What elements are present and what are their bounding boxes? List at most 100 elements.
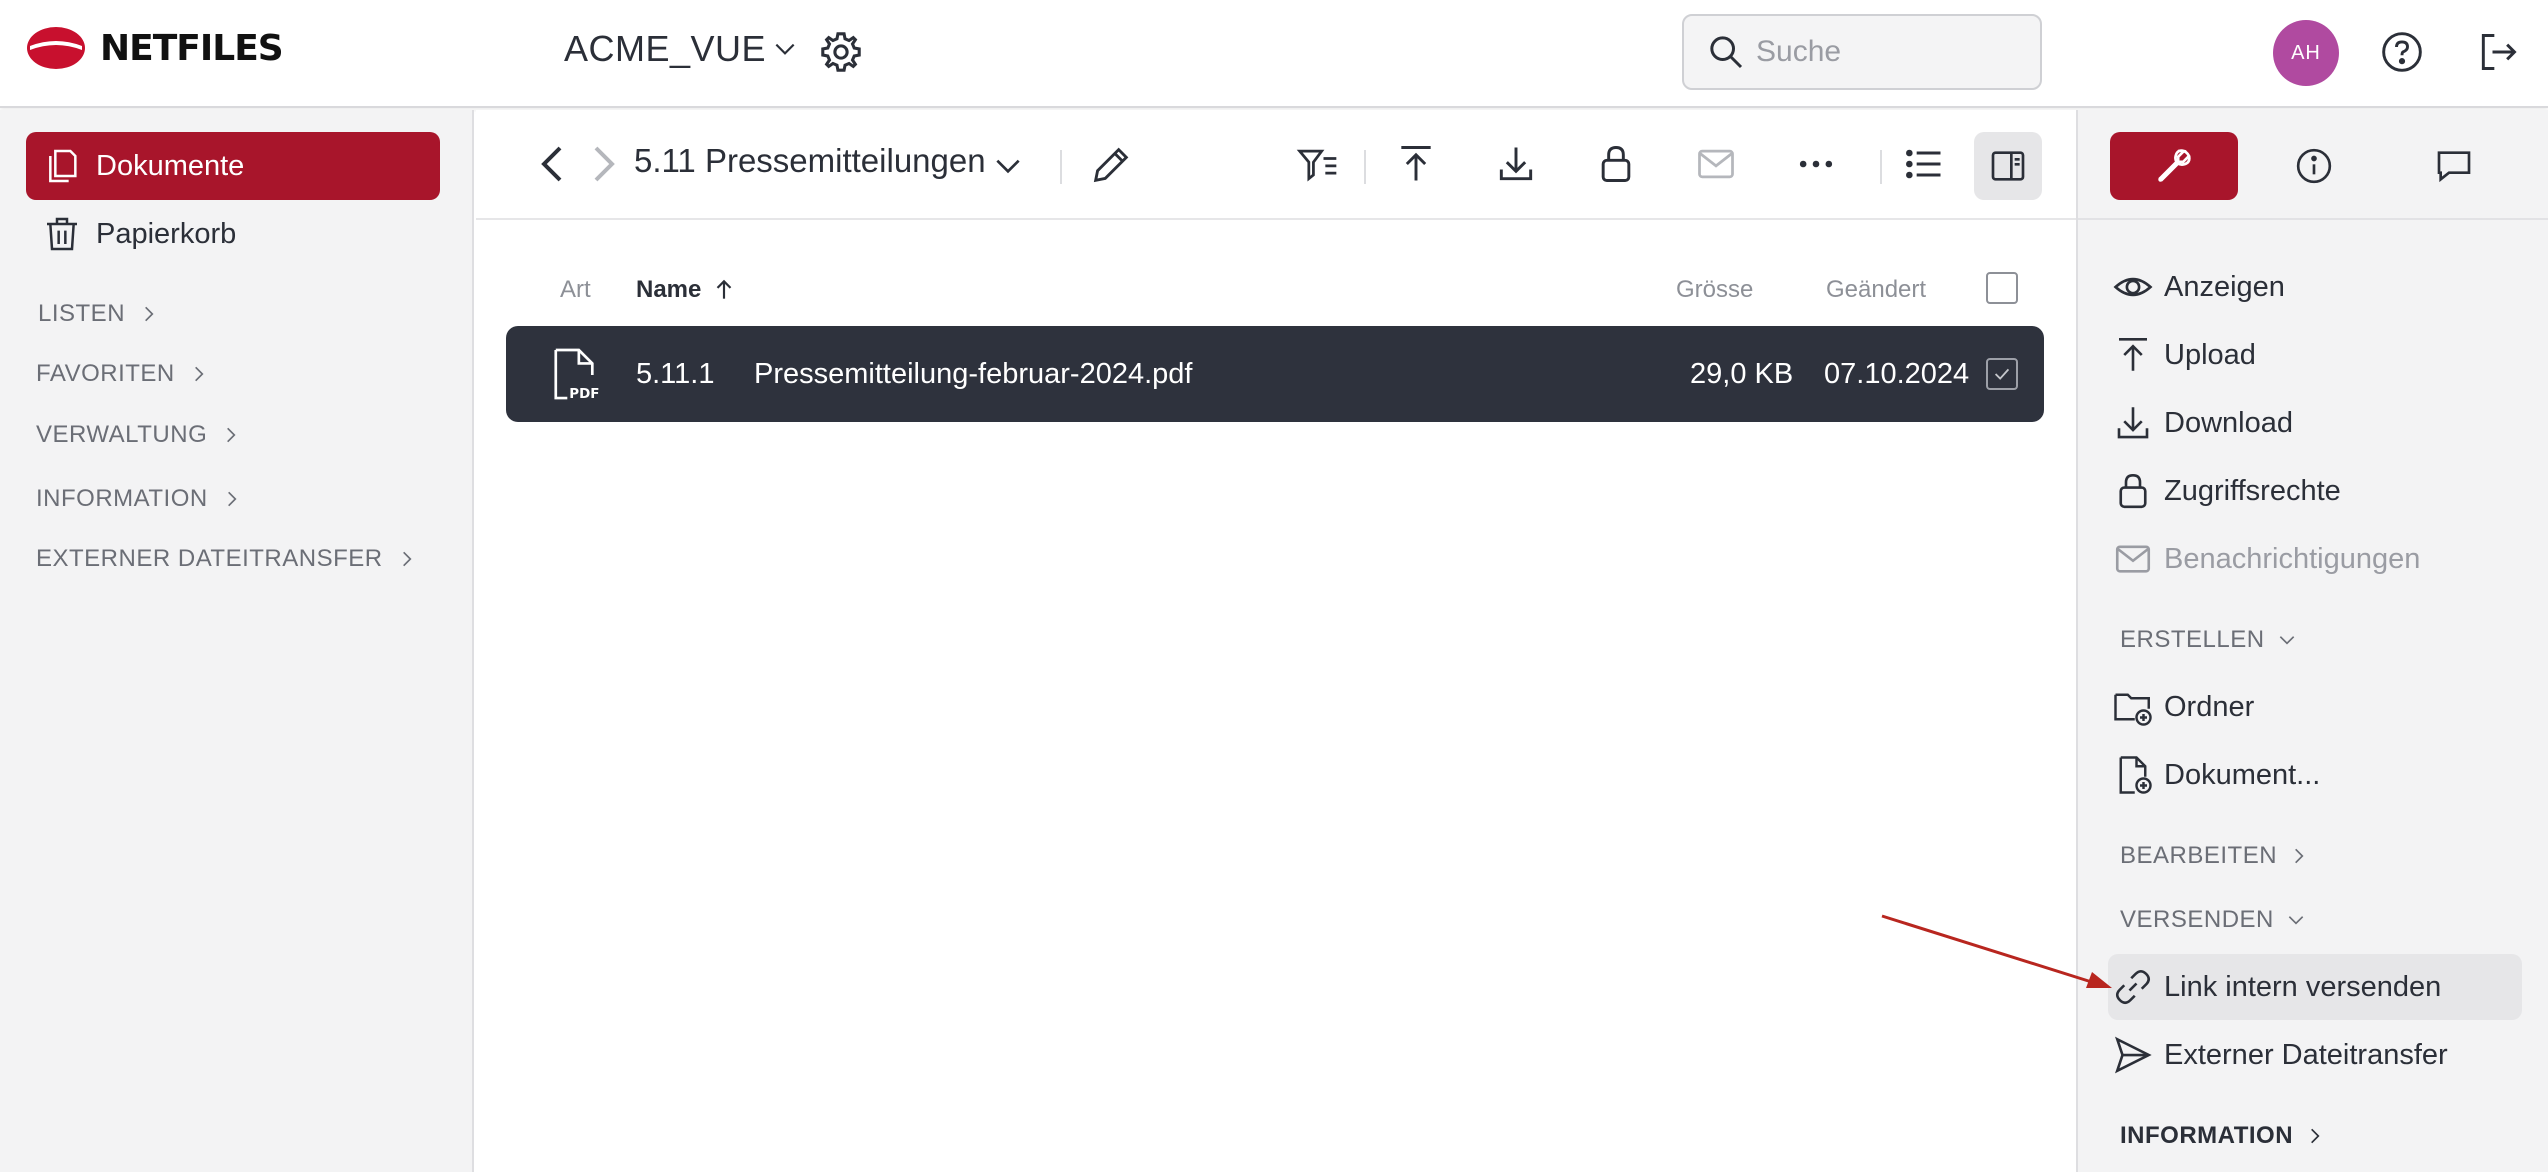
create-ordner[interactable]: Ordner [2108,674,2522,740]
back-arrow-icon[interactable] [530,140,578,188]
action-zugriffsrechte[interactable]: Zugriffsrechte [2108,458,2522,524]
upload-icon[interactable] [1394,142,1438,186]
pencil-icon[interactable] [1088,142,1134,188]
sidebar-item-dokumente[interactable]: Dokumente [26,132,440,200]
column-header-name-label: Name [636,276,702,303]
column-header-type[interactable]: Art [560,276,591,304]
action-label: Benachrichtigungen [2164,542,2421,575]
action-download[interactable]: Download [2108,390,2522,456]
checkmark-icon [1994,368,2010,380]
tab-actions[interactable] [2110,132,2238,200]
breadcrumb[interactable]: 5.11 Pressemitteilungen [634,142,986,180]
search-input[interactable] [1756,35,2016,69]
row-checkbox[interactable] [1986,358,2018,390]
netfiles-logo[interactable]: NETFILES [26,26,284,70]
logo-text: NETFILES [100,27,284,69]
chevron-right-icon [402,551,412,567]
tab-comments[interactable] [2390,132,2518,200]
folder-add-icon [2114,693,2152,726]
chevron-down-icon [775,43,795,55]
chevron-down-icon [2279,636,2294,645]
section-label: VERWALTUNG [36,421,208,448]
action-label: Anzeigen [2164,270,2285,303]
documents-icon [49,149,77,183]
section-label: INFORMATION [2120,1122,2294,1149]
trash-icon [47,217,77,251]
section-information[interactable]: INFORMATION [2120,1122,2325,1150]
column-header-name[interactable]: Name [636,276,737,304]
search-icon [1710,36,1743,69]
select-all-checkbox[interactable] [1986,272,2018,304]
logout-icon[interactable] [2476,30,2520,74]
section-label: FAVORITEN [36,360,175,387]
toolbar: 5.11 Pressemitteilungen [476,110,2076,220]
workspace-selector[interactable]: ACME_VUE [564,28,798,70]
link-icon [2115,969,2151,1005]
list-view-icon[interactable] [1902,142,1946,186]
action-anzeigen[interactable]: Anzeigen [2108,254,2522,320]
user-avatar[interactable]: AH [2273,20,2339,86]
info-icon [2296,148,2332,184]
chevron-down-icon[interactable] [992,150,1024,182]
file-number: 5.11.1 [636,358,715,390]
side-panel-icon [1991,151,2025,181]
mail-icon [2115,545,2151,573]
section-bearbeiten[interactable]: BEARBEITEN [2120,842,2309,870]
section-label: ERSTELLEN [2120,626,2265,653]
table-header: Art Name Grösse Geändert [476,260,2076,320]
action-label: Upload [2164,338,2256,371]
sidebar-section-externer-dateitransfer[interactable]: EXTERNER DATEITRANSFER [36,545,417,573]
action-label: Dokument... [2164,758,2321,791]
column-header-size[interactable]: Grösse [1676,276,1753,304]
send-externer-dateitransfer[interactable]: Externer Dateitransfer [2108,1022,2522,1088]
chevron-right-icon [194,366,204,382]
more-icon[interactable] [1794,142,1838,186]
section-label: EXTERNER DATEITRANSFER [36,545,383,572]
forward-arrow-icon[interactable] [578,140,626,188]
pdf-file-icon: PDF [554,348,599,402]
filter-icon[interactable] [1296,142,1340,186]
create-dokument[interactable]: Dokument... [2108,742,2522,808]
details-panel-toggle[interactable] [1974,132,2042,200]
lock-icon[interactable] [1594,142,1638,186]
toolbar-divider [1060,150,1062,184]
section-erstellen[interactable]: ERSTELLEN [2120,626,2297,654]
sidebar-section-favoriten[interactable]: FAVORITEN [36,360,209,388]
sidebar-section-information[interactable]: INFORMATION [36,485,242,513]
document-add-icon [2119,756,2152,794]
column-header-modified[interactable]: Geändert [1826,276,1926,304]
download-icon[interactable] [1494,142,1538,186]
chevron-down-icon [2288,916,2304,925]
chevron-right-icon [2311,1128,2320,1144]
upload-icon [2119,337,2147,371]
file-name[interactable]: Pressemitteilung-februar-2024.pdf [754,358,1192,391]
sort-ascending-icon [717,279,732,299]
send-icon [2115,1036,2152,1074]
section-versenden[interactable]: VERSENDEN [2120,906,2306,934]
eye-icon [2113,277,2153,297]
table-row[interactable]: PDF 5.11.1 Pressemitteilung-februar-2024… [506,326,2044,422]
action-label: Download [2164,406,2293,439]
sidebar-item-papierkorb[interactable]: Papierkorb [26,200,440,268]
action-upload[interactable]: Upload [2108,322,2522,388]
tab-info[interactable] [2250,132,2378,200]
sidebar-section-listen[interactable]: LISTEN [38,300,159,328]
send-link-intern[interactable]: Link intern versenden [2108,954,2522,1020]
action-label: Ordner [2164,690,2255,723]
svg-text:PDF: PDF [569,387,599,402]
chevron-right-icon [227,491,237,507]
sidebar-section-verwaltung[interactable]: VERWALTUNG [36,421,241,449]
sidebar-item-label: Dokumente [96,149,245,182]
file-modified-date: 07.10.2024 [1824,358,1970,390]
netfiles-logo-icon [27,27,85,69]
file-size: 29,0 KB [1690,358,1794,390]
section-label: LISTEN [38,300,126,327]
details-panel-tabs [2078,110,2548,220]
mail-icon [1698,149,1734,179]
help-icon[interactable] [2380,30,2424,74]
download-icon [2117,407,2149,439]
gear-icon[interactable] [818,29,864,75]
action-benachrichtigungen: Benachrichtigungen [2108,526,2522,592]
search-box[interactable] [1682,14,2042,90]
sidebar-item-label: Papierkorb [96,217,237,250]
